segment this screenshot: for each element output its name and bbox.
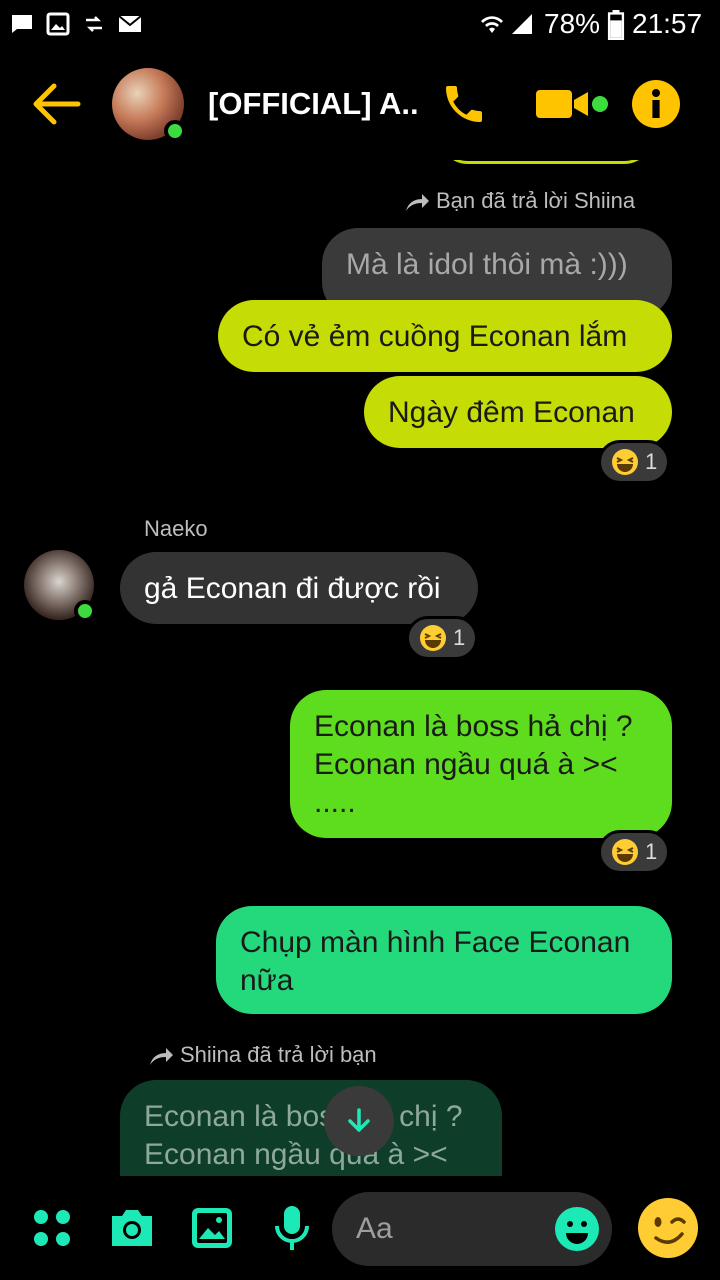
battery-percent: 78% bbox=[544, 8, 601, 39]
sender-name: Naeko bbox=[144, 516, 208, 541]
reply-arrow-icon bbox=[150, 1048, 173, 1066]
previous-message-edge bbox=[438, 160, 654, 164]
emoji-picker-icon[interactable] bbox=[554, 1206, 600, 1252]
message-input[interactable]: Aa bbox=[332, 1192, 612, 1266]
reply-note: Bạn đã trả lời Shiina bbox=[404, 188, 635, 214]
gallery-icon[interactable] bbox=[190, 1206, 234, 1250]
signal-icon bbox=[512, 14, 532, 34]
quoted-message[interactable]: Econan là boss hả chị ? Econan ngầu quá … bbox=[120, 1080, 502, 1176]
chat-notification-icon bbox=[12, 15, 32, 33]
reaction-badge[interactable]: 1 bbox=[406, 616, 479, 660]
outgoing-message[interactable]: Econan là boss hả chị ? Econan ngầu quá … bbox=[290, 690, 672, 838]
reply-note: Shiina đã trả lời bạn bbox=[148, 1042, 377, 1068]
reply-note-text: Shiina đã trả lời bạn bbox=[180, 1042, 377, 1067]
message-composer: Aa bbox=[0, 1180, 720, 1280]
reaction-count: 1 bbox=[453, 625, 466, 650]
voice-call-icon[interactable] bbox=[440, 80, 488, 128]
online-indicator bbox=[74, 600, 96, 622]
reaction-badge[interactable]: 1 bbox=[598, 440, 671, 484]
conversation-title[interactable]: [OFFICIAL] A... bbox=[208, 86, 418, 122]
outgoing-message[interactable]: Chụp màn hình Face Econan nữa bbox=[216, 906, 672, 1014]
message-text-line: Chụp màn hình Face Econan bbox=[240, 926, 631, 959]
laughing-emoji-icon bbox=[612, 839, 638, 865]
message-text-line: Econan là boss hả chị ? bbox=[314, 710, 633, 743]
more-actions-icon[interactable] bbox=[32, 1208, 72, 1248]
battery-icon bbox=[607, 10, 625, 40]
laughing-emoji-icon bbox=[612, 449, 638, 475]
outgoing-message[interactable]: Có vẻ ẻm cuồng Econan lắm bbox=[218, 300, 672, 372]
microphone-icon[interactable] bbox=[272, 1204, 312, 1254]
message-text-line: ..... bbox=[314, 786, 356, 819]
mail-notification-icon bbox=[118, 15, 142, 32]
message-text-line: nữa bbox=[240, 964, 294, 997]
laughing-emoji-icon bbox=[420, 625, 446, 651]
back-arrow-icon[interactable] bbox=[30, 82, 82, 126]
reply-note-text: Bạn đã trả lời Shiina bbox=[436, 188, 636, 213]
chat-header: [OFFICIAL] A... bbox=[0, 52, 720, 160]
reaction-badge[interactable]: 1 bbox=[598, 830, 671, 874]
quoted-message-text: Mà là idol thôi mà :))) bbox=[346, 248, 628, 281]
reaction-count: 1 bbox=[645, 449, 658, 474]
quoted-message-text: Econan là boss hả chị ? bbox=[144, 1100, 463, 1133]
naeko-avatar[interactable] bbox=[24, 550, 96, 622]
message-list[interactable]: Bạn đã trả lời Shiina Mà là idol thôi mà… bbox=[0, 160, 720, 1176]
message-text: Có vẻ ẻm cuồng Econan lắm bbox=[242, 320, 628, 353]
status-bar: 78% 21:57 bbox=[0, 0, 720, 52]
group-avatar[interactable] bbox=[112, 68, 186, 142]
quoted-message-text: Econan ngầu quá à >< bbox=[144, 1138, 448, 1171]
wink-emoji-icon[interactable] bbox=[636, 1196, 700, 1260]
gallery-notification-icon bbox=[46, 12, 70, 36]
clock: 21:57 bbox=[632, 8, 703, 39]
online-indicator bbox=[164, 120, 186, 142]
camera-icon[interactable] bbox=[108, 1206, 156, 1250]
video-call-icon[interactable] bbox=[536, 86, 612, 122]
reply-arrow-icon bbox=[406, 194, 429, 212]
incoming-message[interactable]: gả Econan đi được rồi bbox=[120, 552, 478, 624]
data-sync-icon bbox=[86, 16, 102, 32]
message-text: Ngày đêm Econan bbox=[388, 396, 635, 429]
message-text: gả Econan đi được rồi bbox=[144, 572, 441, 605]
arrow-down-icon bbox=[348, 1108, 370, 1132]
wifi-icon bbox=[481, 16, 503, 33]
reaction-count: 1 bbox=[645, 839, 658, 864]
message-text-line: Econan ngầu quá à >< bbox=[314, 748, 618, 781]
input-placeholder: Aa bbox=[356, 1212, 393, 1245]
outgoing-message[interactable]: Ngày đêm Econan bbox=[364, 376, 672, 448]
info-icon[interactable] bbox=[632, 80, 680, 128]
scroll-to-bottom-button[interactable] bbox=[324, 1086, 394, 1156]
